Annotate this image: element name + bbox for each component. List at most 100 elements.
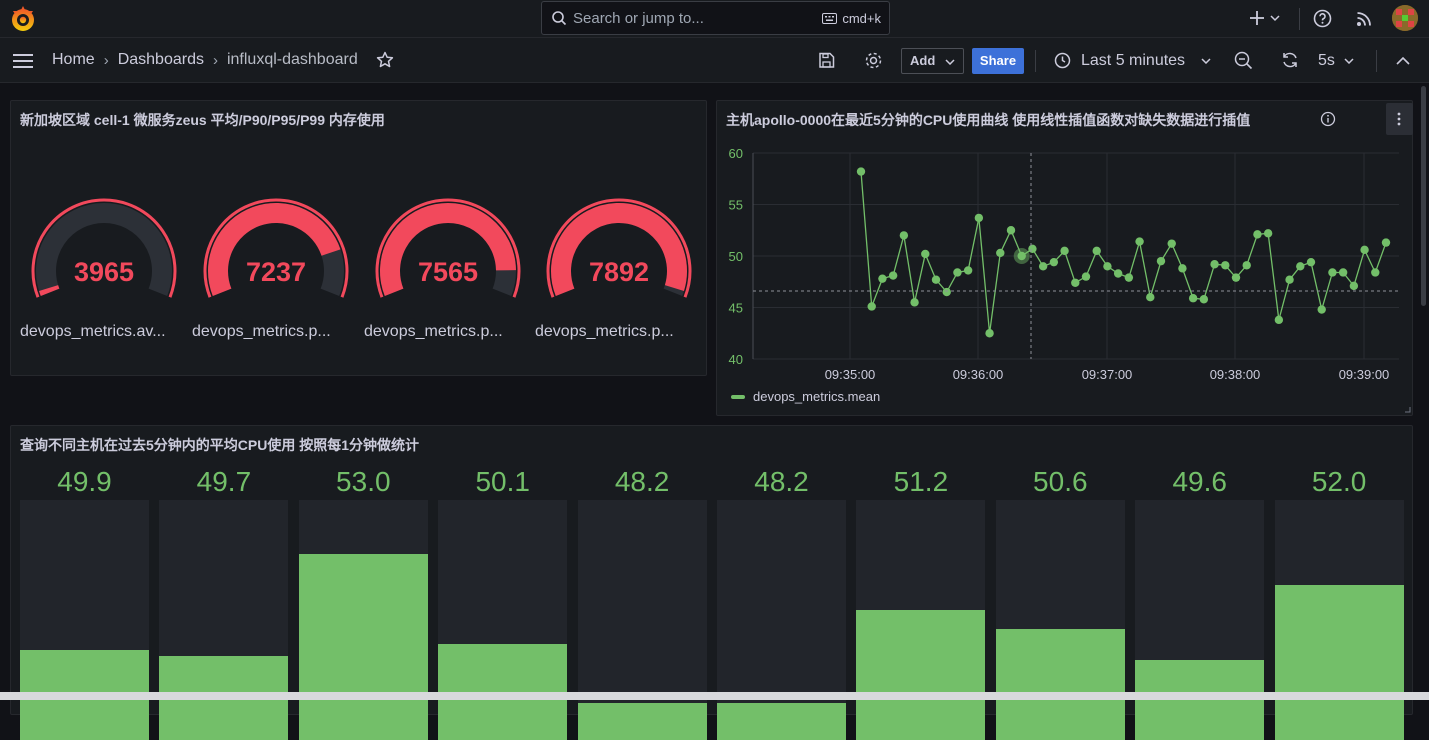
data-point[interactable] — [996, 248, 1005, 258]
legend-label: devops_metrics.mean — [753, 389, 881, 404]
data-point[interactable] — [1071, 278, 1080, 287]
data-point[interactable] — [910, 298, 919, 307]
y-tick-label: 60 — [729, 146, 743, 161]
search-icon — [552, 11, 567, 26]
data-point[interactable] — [1285, 275, 1294, 284]
gauge-value: 7565 — [417, 257, 479, 287]
divider — [1299, 8, 1300, 30]
data-point[interactable] — [1381, 238, 1391, 247]
data-point[interactable] — [1231, 273, 1241, 282]
data-point[interactable] — [1242, 261, 1251, 270]
timeseries-chart[interactable]: 40 45 50 55 60 09:35:00 09:36:00 09:37:00 09:38:… — [717, 101, 1414, 417]
help-icon[interactable] — [1313, 9, 1332, 28]
data-point[interactable] — [1296, 262, 1305, 271]
breadcrumb-dashboards[interactable]: Dashboards — [118, 51, 204, 69]
data-point[interactable] — [1360, 245, 1369, 255]
data-point[interactable] — [888, 271, 898, 280]
vertical-scrollbar[interactable] — [1421, 86, 1426, 306]
bar-gauge-panel: 查询不同主机在过去5分钟内的平均CPU使用 按照每1分钟做统计 49.9 49.7… — [10, 425, 1413, 740]
data-point[interactable] — [1038, 262, 1048, 271]
data-point[interactable] — [856, 167, 866, 176]
breadcrumb-current: influxql-dashboard — [226, 51, 358, 68]
time-range-picker[interactable]: Last 5 minutes — [1081, 52, 1185, 70]
data-point[interactable] — [1306, 257, 1316, 267]
bar-value: 48.2 — [754, 466, 809, 497]
horizontal-scrollbar[interactable] — [0, 692, 1429, 700]
data-point[interactable] — [1263, 229, 1273, 238]
data-point[interactable] — [974, 213, 984, 223]
y-tick-label: 40 — [729, 352, 743, 367]
legend[interactable]: devops_metrics.mean — [731, 389, 880, 404]
data-point[interactable] — [1371, 268, 1380, 277]
gauge[interactable]: 7237 — [196, 191, 356, 301]
avatar-pattern-icon — [1392, 5, 1418, 31]
x-tick-label: 09:35:00 — [825, 367, 876, 382]
data-point[interactable] — [1006, 226, 1016, 235]
hover-point — [1013, 248, 1030, 264]
plus-icon[interactable] — [1249, 10, 1281, 26]
data-point[interactable] — [953, 268, 962, 277]
breadcrumb-home[interactable]: Home — [52, 51, 95, 69]
data-point[interactable] — [1210, 260, 1219, 269]
gauge[interactable]: 3965 — [24, 191, 184, 301]
save-icon[interactable] — [818, 52, 835, 69]
data-point[interactable] — [1338, 268, 1348, 277]
data-point[interactable] — [1156, 256, 1166, 266]
data-point[interactable] — [1274, 315, 1284, 325]
data-point[interactable] — [1103, 262, 1112, 271]
data-point[interactable] — [1199, 295, 1209, 304]
grafana-logo-icon[interactable] — [9, 5, 37, 33]
chevron-down-icon[interactable] — [1201, 58, 1211, 64]
data-point[interactable] — [1349, 281, 1359, 291]
data-point[interactable] — [899, 231, 909, 240]
data-point[interactable] — [1060, 246, 1069, 256]
top-bar: Search or jump to... cmd+k — [0, 0, 1429, 38]
panel-title: 新加坡区域 cell-1 微服务zeus 平均/P90/P95/P99 内存使用 — [20, 112, 385, 128]
menu-icon[interactable] — [12, 53, 34, 69]
data-point[interactable] — [1188, 294, 1198, 303]
gauge[interactable]: 7565 — [368, 191, 528, 301]
zoom-out-icon[interactable] — [1234, 51, 1253, 70]
data-point[interactable] — [1221, 261, 1230, 270]
data-point[interactable] — [1092, 246, 1101, 256]
settings-gear-icon[interactable] — [864, 51, 883, 70]
share-button[interactable]: Share — [972, 48, 1024, 74]
chevron-up-icon[interactable] — [1396, 57, 1410, 65]
resize-handle-icon[interactable] — [1405, 407, 1411, 413]
refresh-icon[interactable] — [1281, 51, 1299, 69]
data-point[interactable] — [1167, 239, 1176, 248]
data-point[interactable] — [1178, 264, 1187, 273]
data-point[interactable] — [985, 329, 994, 338]
data-point[interactable] — [1317, 305, 1326, 314]
gauge-label: devops_metrics.av... — [20, 323, 166, 340]
bar-value: 49.6 — [1172, 466, 1227, 497]
data-point[interactable] — [1081, 272, 1091, 281]
bar-track — [1274, 500, 1404, 740]
bar-value: 53.0 — [336, 466, 391, 497]
data-point[interactable] — [1146, 293, 1155, 302]
data-point[interactable] — [1135, 237, 1144, 246]
data-point[interactable] — [867, 302, 876, 311]
data-point[interactable] — [1124, 273, 1134, 282]
data-point[interactable] — [1028, 244, 1037, 253]
bar-fill — [298, 554, 428, 740]
data-point[interactable] — [1328, 268, 1337, 277]
user-avatar[interactable] — [1392, 5, 1418, 31]
bar-value: 50.6 — [1033, 466, 1088, 497]
refresh-interval-picker[interactable]: 5s — [1318, 52, 1335, 70]
data-point[interactable] — [931, 275, 941, 284]
data-point[interactable] — [921, 249, 930, 259]
search-input[interactable]: Search or jump to... cmd+k — [541, 1, 890, 35]
data-point[interactable] — [942, 287, 951, 297]
add-button[interactable]: Add — [901, 48, 964, 74]
data-point[interactable] — [963, 266, 973, 275]
rss-icon[interactable] — [1356, 10, 1373, 27]
data-point[interactable] — [1113, 269, 1123, 278]
data-point[interactable] — [1049, 257, 1059, 267]
data-point[interactable] — [878, 274, 887, 283]
gauge[interactable]: 7892 — [539, 191, 699, 301]
chevron-down-icon[interactable] — [1344, 58, 1354, 64]
bar-track — [856, 500, 986, 740]
star-icon[interactable] — [376, 51, 394, 69]
data-point[interactable] — [1253, 230, 1262, 239]
